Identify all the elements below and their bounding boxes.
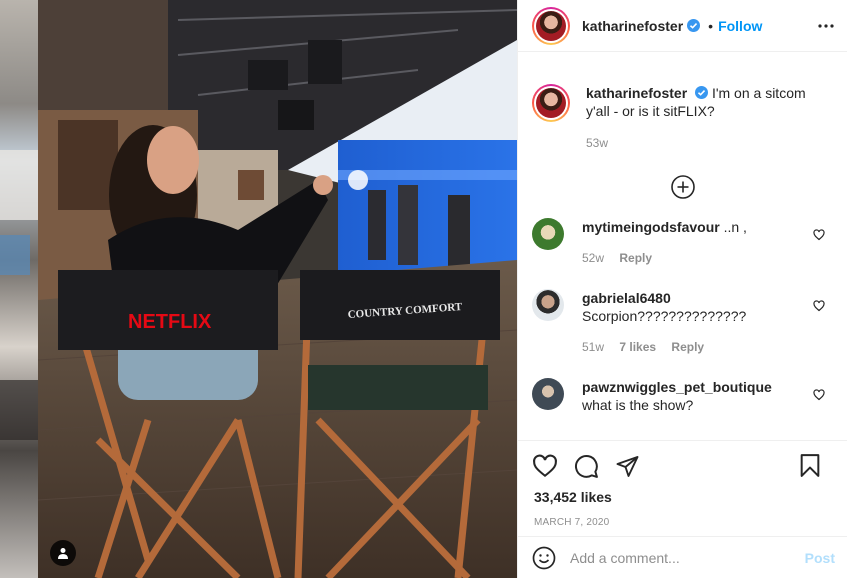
paper-plane-icon: [616, 456, 639, 477]
emoji-icon: [532, 546, 556, 569]
save-button[interactable]: [799, 453, 821, 478]
comment-icon: [575, 454, 598, 478]
action-icon-row: [518, 441, 847, 491]
more-options-button[interactable]: [817, 17, 835, 35]
comment-age[interactable]: 52w: [582, 251, 604, 265]
share-button[interactable]: [615, 454, 640, 478]
backdrop-shape: [0, 380, 38, 440]
reply-button[interactable]: Reply: [619, 251, 652, 265]
heart-icon[interactable]: [813, 389, 825, 401]
heart-icon: [533, 454, 557, 478]
like-button[interactable]: [532, 454, 558, 478]
caption-username[interactable]: katharinefoster: [586, 85, 687, 101]
comment-item: gabrielal6480 Scorpion?????????????? 51w…: [518, 289, 847, 356]
photo-illustration: NETFLIX COUNTRY COMFORT: [38, 0, 517, 578]
comment-composer: Post: [518, 536, 847, 578]
comment-button[interactable]: [574, 454, 599, 479]
comment-age[interactable]: 51w: [582, 340, 604, 354]
backdrop-shape: [0, 150, 38, 220]
post-photo[interactable]: NETFLIX COUNTRY COMFORT: [38, 0, 517, 578]
author-avatar[interactable]: [532, 6, 570, 45]
author-username[interactable]: katharinefoster: [582, 18, 683, 34]
more-horizontal-icon: [818, 24, 834, 28]
follow-button[interactable]: Follow: [718, 18, 762, 34]
load-more-comments-button[interactable]: [518, 174, 847, 200]
comment-username[interactable]: gabrielal6480: [582, 290, 671, 306]
reply-button[interactable]: Reply: [671, 340, 704, 354]
comment-input[interactable]: [570, 549, 790, 566]
comment-likes[interactable]: 7 likes: [619, 340, 656, 354]
comment-username[interactable]: pawznwiggles_pet_boutique: [582, 379, 772, 395]
caption-age[interactable]: 53w: [586, 136, 608, 150]
post-header: katharinefoster • Follow: [518, 0, 847, 52]
comment-text: what is the show?: [582, 397, 694, 413]
comment-text: ..n ,: [723, 219, 747, 235]
bookmark-icon: [800, 454, 820, 477]
comment-item: mytimeingodsfavour ..n , 52w Reply: [518, 218, 847, 267]
post-date[interactable]: MARCH 7, 2020: [518, 517, 847, 528]
emoji-button[interactable]: [532, 546, 556, 570]
commenter-avatar[interactable]: [532, 218, 564, 250]
comment-text: Scorpion??????????????: [582, 308, 747, 324]
separator-dot: •: [708, 17, 714, 34]
comment-username[interactable]: mytimeingodsfavour: [582, 219, 720, 235]
verified-badge-icon: [687, 19, 701, 32]
commenter-avatar[interactable]: [532, 378, 564, 410]
tagged-users-button[interactable]: [50, 540, 76, 566]
like-count[interactable]: 33,452 likes: [518, 489, 847, 505]
background-backdrop: [0, 0, 38, 578]
heart-icon[interactable]: [813, 229, 825, 241]
post-caption: katharinefoster I'm on a sitcom y'all - …: [518, 62, 847, 152]
user-tag-icon: [58, 548, 68, 559]
caption-avatar[interactable]: [532, 84, 570, 122]
plus-circle-icon: [670, 175, 695, 199]
post-actions: 33,452 likes MARCH 7, 2020: [518, 440, 847, 528]
post-comment-button[interactable]: Post: [805, 550, 835, 566]
comments-list[interactable]: katharinefoster I'm on a sitcom y'all - …: [518, 62, 847, 440]
post-details-panel: katharinefoster • Follow katharinefoster: [517, 0, 847, 578]
heart-icon[interactable]: [813, 300, 825, 312]
commenter-avatar[interactable]: [532, 289, 564, 321]
chair-netflix-text: NETFLIX: [128, 311, 212, 333]
backdrop-shape: [0, 235, 30, 275]
comment-item: pawznwiggles_pet_boutique what is the sh…: [518, 378, 847, 414]
verified-badge-icon: [695, 86, 709, 99]
